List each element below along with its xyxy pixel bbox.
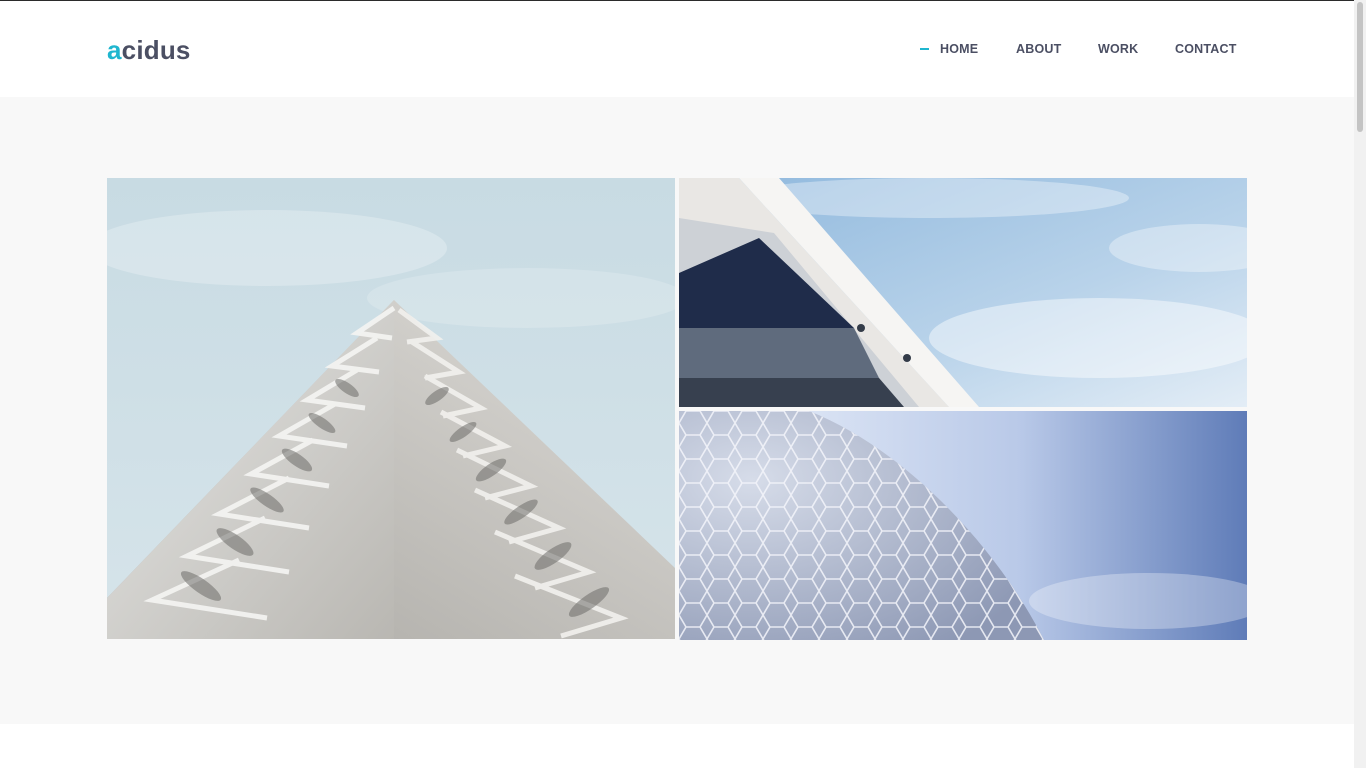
nav-item-work[interactable]: WORK bbox=[1098, 41, 1138, 57]
vertical-scrollbar[interactable] bbox=[1354, 0, 1366, 768]
page-footer-strip bbox=[0, 724, 1354, 768]
gallery-image-stepped-building[interactable] bbox=[107, 178, 675, 639]
nav-item-home[interactable]: HOME bbox=[940, 41, 978, 57]
site-header: acidus HOME ABOUT WORK CONTACT bbox=[0, 1, 1354, 97]
scrollbar-thumb[interactable] bbox=[1357, 2, 1363, 132]
main-nav: HOME ABOUT WORK CONTACT bbox=[0, 41, 1354, 59]
page: acidus HOME ABOUT WORK CONTACT bbox=[0, 0, 1366, 768]
active-indicator-icon bbox=[920, 48, 929, 50]
gallery-image-hexagon-dome[interactable] bbox=[679, 411, 1247, 640]
nav-item-contact[interactable]: CONTACT bbox=[1175, 41, 1237, 57]
gallery-image-angular-building[interactable] bbox=[679, 178, 1247, 407]
nav-item-about[interactable]: ABOUT bbox=[1016, 41, 1061, 57]
